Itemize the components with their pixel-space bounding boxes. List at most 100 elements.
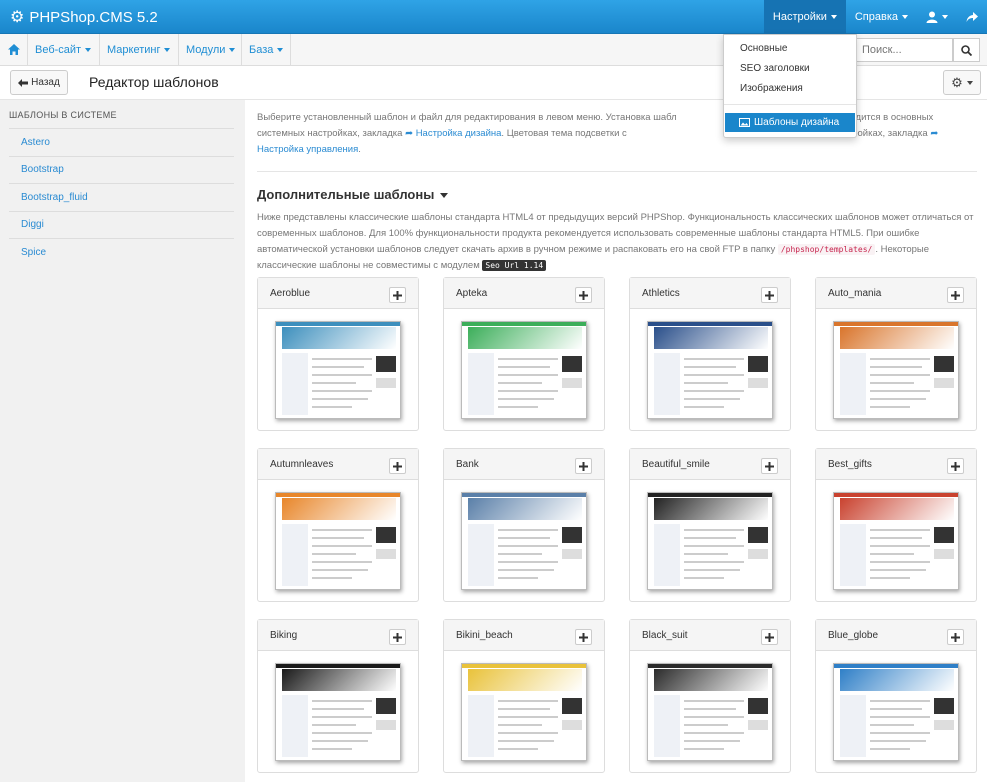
section-title[interactable]: Дополнительные шаблоны	[257, 187, 449, 202]
add-template-button[interactable]	[575, 287, 592, 303]
menu-marketing[interactable]: Маркетинг	[100, 34, 179, 65]
thumbnail-header	[654, 668, 768, 691]
section-description: Ниже представлены классические шаблоны с…	[257, 210, 977, 274]
thumbnail-block	[376, 719, 396, 730]
sidebar-item-astero[interactable]: Astero	[21, 137, 50, 148]
menu-modules[interactable]: Модули	[179, 34, 242, 65]
add-template-button[interactable]	[389, 287, 406, 303]
thumbnail-line	[684, 365, 736, 368]
template-preview-area	[816, 309, 976, 430]
plus-icon	[765, 461, 774, 471]
add-template-button[interactable]	[947, 629, 964, 645]
template-preview-area	[630, 651, 790, 772]
chevron-down-icon	[164, 47, 171, 52]
template-card: Bank	[443, 448, 605, 602]
thumbnail-header	[840, 668, 954, 691]
thumbnail-line	[498, 560, 558, 563]
settings-dropdown-button[interactable]: ⚙	[943, 70, 981, 95]
thumbnail-line	[684, 739, 740, 742]
thumbnail-line	[498, 544, 558, 547]
search-button[interactable]	[953, 38, 980, 62]
add-template-button[interactable]	[761, 287, 778, 303]
template-thumbnail[interactable]	[833, 320, 959, 419]
sidebar-item-bootstrap[interactable]: Bootstrap	[21, 164, 64, 175]
settings-menu[interactable]: Настройки	[763, 0, 846, 34]
thumbnail-line	[684, 357, 744, 360]
add-template-button[interactable]	[575, 629, 592, 645]
menu-website[interactable]: Веб-сайт	[28, 34, 100, 65]
thumbnail-line	[498, 536, 550, 539]
dropdown-item-main[interactable]: Основные	[740, 43, 787, 54]
dropdown-item-images[interactable]: Изображения	[740, 83, 803, 94]
template-preview-area	[630, 480, 790, 601]
thumbnail-line	[870, 552, 914, 555]
menu-database[interactable]: База	[242, 34, 291, 65]
home-button[interactable]	[0, 34, 28, 65]
share-arrow-icon: ➦	[405, 128, 414, 139]
template-thumbnail[interactable]	[461, 491, 587, 590]
thumbnail-line	[870, 365, 922, 368]
open-site-button[interactable]	[957, 0, 987, 34]
template-thumbnail[interactable]	[647, 662, 773, 761]
add-template-button[interactable]	[761, 458, 778, 474]
template-thumbnail[interactable]	[275, 320, 401, 419]
thumbnail-line	[870, 560, 930, 563]
chevron-down-icon	[966, 80, 973, 85]
thumbnail-block	[562, 548, 582, 559]
thumbnail-bar	[648, 663, 772, 668]
dropdown-item-design-templates[interactable]: Шаблоны дизайна	[725, 113, 855, 132]
add-template-button[interactable]	[575, 458, 592, 474]
template-card: Best_gifts	[815, 448, 977, 602]
template-card: Apteka	[443, 277, 605, 431]
thumbnail-line	[684, 389, 744, 392]
template-thumbnail[interactable]	[833, 491, 959, 590]
add-template-button[interactable]	[947, 458, 964, 474]
sidebar-item-bootstrap-fluid[interactable]: Bootstrap_fluid	[21, 192, 88, 203]
app-title: PHPShop.CMS 5.2	[29, 8, 158, 26]
template-card-header: Beautiful_smile	[630, 449, 790, 480]
template-card: Aeroblue	[257, 277, 419, 431]
templates-path: /phpshop/templates/	[777, 244, 876, 255]
sidebar-item-spice[interactable]: Spice	[21, 247, 46, 258]
template-thumbnail[interactable]	[461, 320, 587, 419]
template-thumbnail[interactable]	[275, 491, 401, 590]
template-thumbnail[interactable]	[833, 662, 959, 761]
thumbnail-sidebar	[282, 694, 308, 757]
thumbnail-bar	[462, 663, 586, 668]
thumbnail-header	[468, 668, 582, 691]
add-template-button[interactable]	[389, 629, 406, 645]
template-thumbnail[interactable]	[647, 491, 773, 590]
template-preview-area	[444, 480, 604, 601]
template-thumbnail[interactable]	[275, 662, 401, 761]
brand[interactable]: ⚙ PHPShop.CMS 5.2	[10, 0, 158, 34]
dropdown-item-seo[interactable]: SEO заголовки	[740, 63, 810, 74]
back-button[interactable]: Назад	[10, 70, 68, 95]
menu-database-label: База	[249, 43, 274, 56]
thumbnail-line	[312, 699, 372, 702]
template-thumbnail[interactable]	[647, 320, 773, 419]
thumbnail-block	[934, 548, 954, 559]
template-card: Auto_mania	[815, 277, 977, 431]
thumbnail-line	[870, 715, 930, 718]
intro-text-part: . Цветовая тема подсветки с	[501, 128, 627, 139]
thumbnail-bar	[834, 492, 958, 497]
add-template-button[interactable]	[761, 629, 778, 645]
sidebar-item-diggi[interactable]: Diggi	[21, 219, 44, 230]
design-settings-link[interactable]: ➦ Настройка дизайна	[405, 128, 501, 139]
divider	[9, 211, 234, 212]
template-thumbnail[interactable]	[461, 662, 587, 761]
divider	[9, 156, 234, 157]
thumbnail-sidebar	[840, 694, 866, 757]
menu-website-label: Веб-сайт	[35, 43, 82, 56]
help-menu[interactable]: Справка	[846, 0, 917, 34]
add-template-button[interactable]	[947, 287, 964, 303]
thumbnail-block	[934, 377, 954, 388]
user-menu[interactable]	[917, 0, 957, 34]
template-preview-area	[444, 651, 604, 772]
search-input[interactable]	[855, 38, 953, 62]
plus-icon	[393, 461, 402, 471]
add-template-button[interactable]	[389, 458, 406, 474]
template-preview-area	[816, 651, 976, 772]
thumbnail-header	[468, 497, 582, 520]
divider	[9, 183, 234, 184]
